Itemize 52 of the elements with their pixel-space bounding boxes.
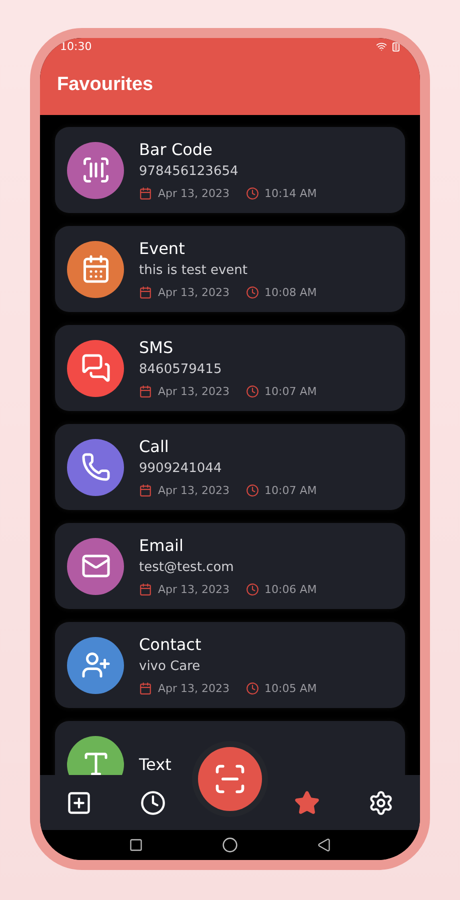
item-detail: 9909241044 — [139, 461, 223, 476]
back-icon[interactable] — [316, 838, 331, 852]
item-detail: test@test.com — [139, 560, 235, 575]
item-title: Email — [139, 536, 184, 555]
item-time: 10:14 AM — [264, 187, 317, 200]
item-title: Bar Code — [139, 140, 214, 159]
item-date: Apr 13, 2023 — [158, 682, 230, 695]
status-time: 10:30 — [60, 40, 92, 52]
calendar-icon — [139, 682, 152, 695]
favourite-card[interactable]: SMS 8460579415 Apr 13, 2023 10:07 AM — [55, 325, 405, 411]
item-title: Event — [139, 239, 186, 258]
item-detail: vivo Care — [139, 659, 202, 674]
item-detail: 8460579415 — [139, 362, 223, 377]
favourite-card[interactable]: Event this is test event Apr 13, 2023 10:08 AM — [55, 226, 405, 312]
favourite-card[interactable]: Email test@test.com Apr 13, 2023 10:06 AM — [55, 523, 405, 609]
favourite-card[interactable]: Text — [55, 721, 405, 775]
scan-icon — [213, 762, 247, 796]
wifi-icon — [376, 40, 387, 52]
item-date: Apr 13, 2023 — [158, 484, 230, 497]
scan-button[interactable] — [198, 747, 262, 811]
item-time: 10:07 AM — [264, 484, 317, 497]
item-detail: 978456123654 — [139, 164, 240, 179]
item-title: Call — [139, 437, 170, 456]
favourite-card[interactable]: Call 9909241044 Apr 13, 2023 10:07 AM — [55, 424, 405, 510]
clock-icon — [246, 682, 259, 695]
recents-icon[interactable] — [129, 838, 144, 852]
clock-icon — [246, 187, 259, 200]
item-date: Apr 13, 2023 — [158, 385, 230, 398]
clock-icon — [246, 583, 259, 596]
calendar-icon — [139, 286, 152, 299]
item-time: 10:07 AM — [264, 385, 317, 398]
calendar-icon — [139, 385, 152, 398]
item-title: Contact — [139, 635, 202, 654]
item-time: 10:06 AM — [264, 583, 317, 596]
clock-icon — [246, 484, 259, 497]
item-title: SMS — [139, 338, 174, 357]
favourite-card[interactable]: Bar Code 978456123654 Apr 13, 2023 10:14 AM — [55, 127, 405, 213]
calendar-icon — [139, 583, 152, 596]
item-title: Text — [139, 754, 172, 774]
calendar-icon — [139, 484, 152, 497]
item-date: Apr 13, 2023 — [158, 583, 230, 596]
item-time: 10:05 AM — [264, 682, 317, 695]
page-title: Favourites — [57, 74, 154, 96]
item-detail: this is test event — [139, 263, 248, 278]
favourite-card[interactable]: Contact vivo Care Apr 13, 2023 10:05 AM — [55, 622, 405, 708]
clock-icon — [246, 286, 259, 299]
item-date: Apr 13, 2023 — [158, 187, 230, 200]
calendar-icon — [139, 187, 152, 200]
clock-icon — [246, 385, 259, 398]
home-icon[interactable] — [222, 837, 238, 853]
item-time: 10:08 AM — [264, 286, 317, 299]
item-date: Apr 13, 2023 — [158, 286, 230, 299]
